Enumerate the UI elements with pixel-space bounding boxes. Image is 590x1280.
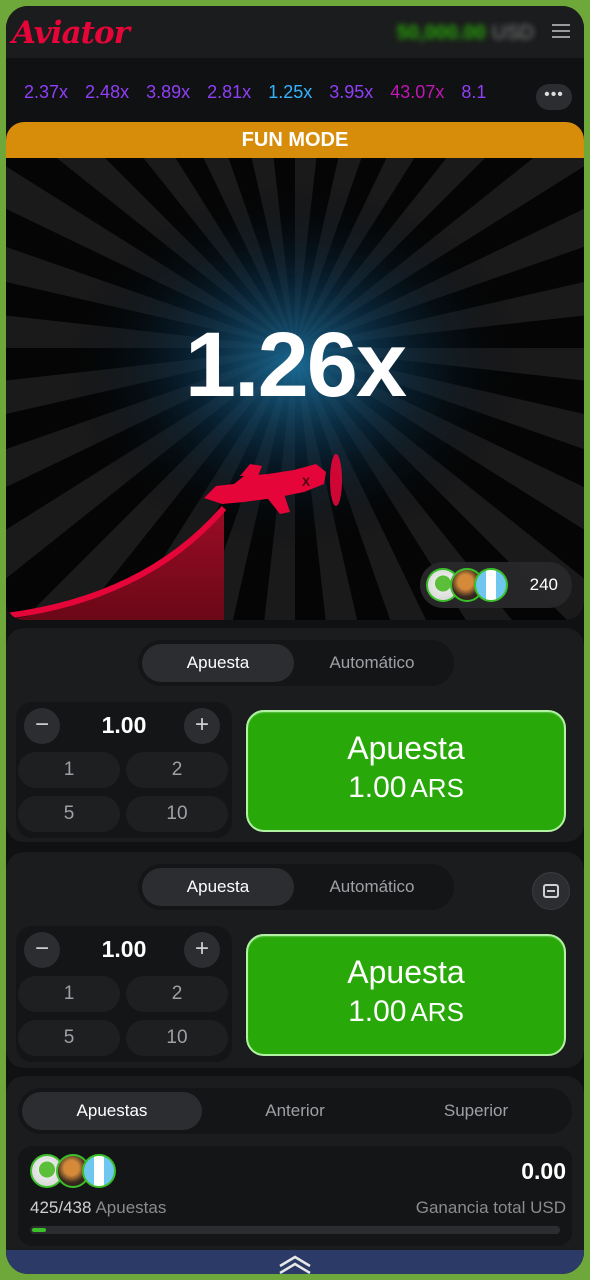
bet-panel-1: Apuesta Automático − 1.00 + 1 2 5 10 Apu… (6, 628, 584, 842)
bets-progress-fill (32, 1228, 46, 1232)
bet-button-currency: ARS (410, 997, 464, 1027)
quick-stake-button[interactable]: 5 (18, 1020, 120, 1056)
bets-tabs: Apuestas Anterior Superior (18, 1088, 572, 1134)
svg-text:X: X (302, 475, 310, 489)
tab-all-bets[interactable]: Apuestas (22, 1092, 202, 1130)
quick-stake-button[interactable]: 1 (18, 976, 120, 1012)
balance-display: 50,000.00 USD (397, 22, 534, 45)
quick-stake-button[interactable]: 2 (126, 752, 228, 788)
place-bet-button[interactable]: Apuesta 1.00 ARS (246, 710, 566, 832)
chevron-up-icon[interactable] (276, 1254, 314, 1274)
increase-stake-button[interactable]: + (184, 708, 220, 744)
bets-count: 425/438 Apuestas (30, 1198, 166, 1218)
quick-stake-button[interactable]: 5 (18, 796, 120, 832)
history-item[interactable]: 43.07x (390, 82, 444, 103)
bets-section: Apuestas Anterior Superior 425/438 Apuest… (6, 1076, 584, 1256)
history-item[interactable]: 3.95x (329, 82, 373, 103)
bottom-bar[interactable] (6, 1250, 584, 1274)
bet-button-amount-line: 1.00 ARS (248, 771, 564, 805)
current-multiplier: 1.26x (184, 314, 407, 416)
history-item[interactable]: 8.1 (461, 82, 486, 103)
top-header: Aviator 50,000.00 USD (6, 6, 584, 58)
place-bet-button[interactable]: Apuesta 1.00 ARS (246, 934, 566, 1056)
bets-count-value: 425/438 (30, 1198, 92, 1217)
bet-mode-tabs: Apuesta Automático (138, 864, 454, 910)
quick-stake-button[interactable]: 10 (126, 1020, 228, 1056)
fun-mode-banner: FUN MODE (6, 122, 584, 158)
avatar (474, 568, 508, 602)
stake-input[interactable]: 1.00 (68, 936, 180, 963)
more-dots-icon[interactable]: ••• (536, 84, 572, 110)
history-item[interactable]: 2.48x (85, 82, 129, 103)
players-count: 240 (529, 575, 558, 594)
decrease-stake-button[interactable]: − (24, 708, 60, 744)
history-item[interactable]: 1.25x (268, 82, 312, 103)
bet-mode-tabs: Apuesta Automático (138, 640, 454, 686)
app-frame: Aviator 50,000.00 USD 2.37x 2.48x 3.89x 2.81… (6, 6, 584, 1274)
tab-top[interactable]: Superior (386, 1092, 566, 1130)
bets-summary: 425/438 Apuestas 0.00 Ganancia total USD (18, 1146, 572, 1246)
increase-stake-button[interactable]: + (184, 932, 220, 968)
tab-bet[interactable]: Apuesta (142, 868, 294, 906)
stake-controls: − 1.00 + 1 2 5 10 (16, 926, 232, 1062)
multiplier-history: 2.37x 2.48x 3.89x 2.81x 1.25x 3.95x 43.07x 8.1 … (6, 74, 584, 110)
bet-button-amount: 1.00 (348, 771, 407, 804)
hamburger-menu-icon[interactable] (552, 20, 570, 40)
online-players-badge[interactable]: 240 (420, 562, 572, 608)
game-area: FUN MODE X 1.26x 240 (6, 122, 584, 620)
quick-stake-button[interactable]: 1 (18, 752, 120, 788)
bets-count-label: Apuestas (95, 1198, 167, 1217)
total-win-label: Ganancia total USD (415, 1198, 566, 1217)
tab-previous[interactable]: Anterior (205, 1092, 385, 1130)
game-stage: X 1.26x 240 (6, 158, 584, 620)
balance-currency: USD (491, 22, 534, 44)
bet-panel-2: Apuesta Automático − 1.00 + 1 2 5 10 Apu… (6, 852, 584, 1068)
bet-button-label: Apuesta (347, 730, 465, 766)
quick-stake-button[interactable]: 2 (126, 976, 228, 1012)
stake-controls: − 1.00 + 1 2 5 10 (16, 702, 232, 838)
minus-square-icon[interactable] (532, 872, 570, 910)
history-list: 2.37x 2.48x 3.89x 2.81x 1.25x 3.95x 43.07x 8.1 (24, 82, 540, 103)
balance-amount: 50,000.00 (396, 22, 486, 44)
avatar (82, 1154, 116, 1188)
bet-button-label: Apuesta (347, 954, 465, 990)
history-item[interactable]: 2.81x (207, 82, 251, 103)
stake-input[interactable]: 1.00 (68, 712, 180, 739)
tab-bet[interactable]: Apuesta (142, 644, 294, 682)
history-item[interactable]: 2.37x (24, 82, 68, 103)
avatar-group (30, 1154, 120, 1190)
bet-button-currency: ARS (410, 773, 464, 803)
history-item[interactable]: 3.89x (146, 82, 190, 103)
tab-auto[interactable]: Automático (296, 644, 448, 682)
total-win-value: 0.00 (521, 1158, 566, 1184)
bet-button-amount: 1.00 (348, 995, 407, 1028)
quick-stake-button[interactable]: 10 (126, 796, 228, 832)
bets-progress-bar (30, 1226, 560, 1234)
tab-auto[interactable]: Automático (296, 868, 448, 906)
aviator-logo[interactable]: Aviator (12, 15, 130, 51)
bet-button-amount-line: 1.00 ARS (248, 995, 564, 1029)
decrease-stake-button[interactable]: − (24, 932, 60, 968)
